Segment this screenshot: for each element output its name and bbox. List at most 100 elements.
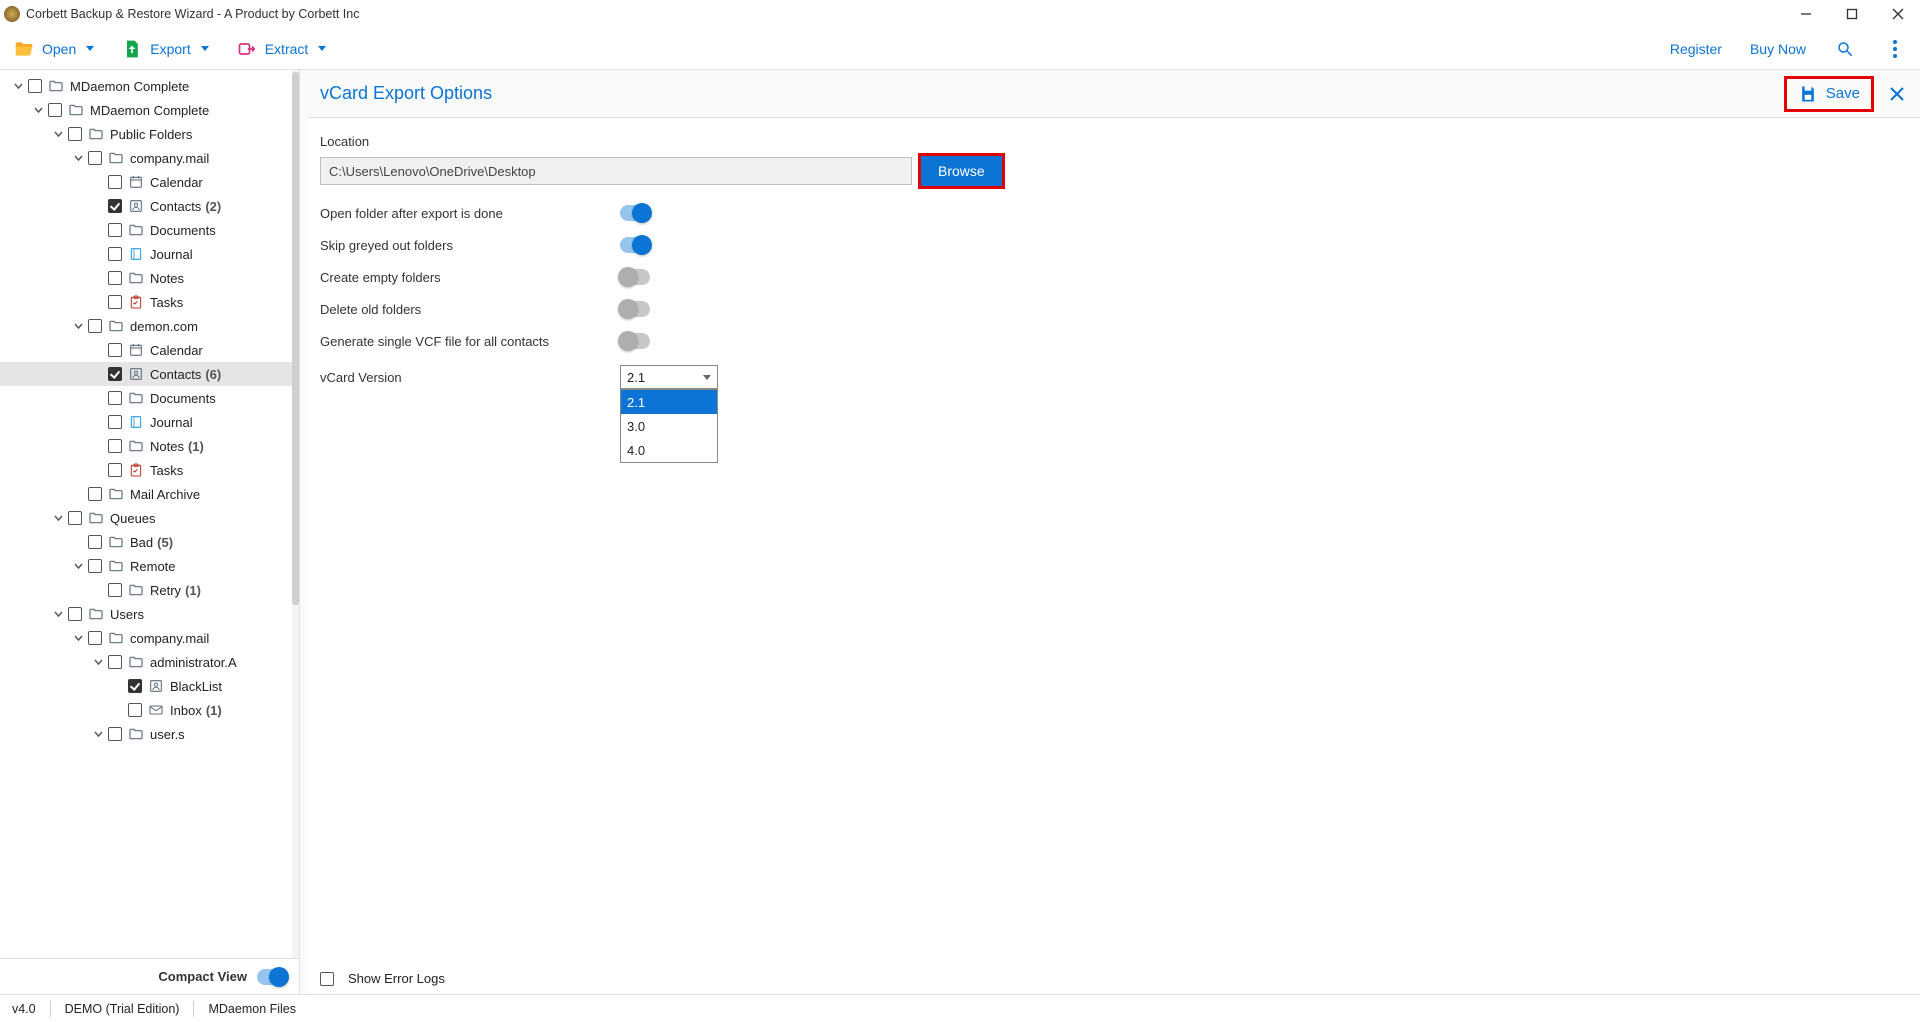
tree-item-label: Calendar <box>150 343 203 358</box>
tree-checkbox[interactable] <box>88 535 102 549</box>
tree-checkbox[interactable] <box>88 559 102 573</box>
tree-checkbox[interactable] <box>88 631 102 645</box>
tree-expander[interactable] <box>92 728 104 740</box>
tree-checkbox[interactable] <box>68 607 82 621</box>
tree-item-label: Documents <box>150 223 216 238</box>
tree-item[interactable]: Contacts (6) <box>0 362 299 386</box>
register-link[interactable]: Register <box>1670 41 1722 57</box>
tree-checkbox[interactable] <box>128 703 142 717</box>
tree-item[interactable]: Remote <box>0 554 299 578</box>
tree-item[interactable]: Tasks <box>0 458 299 482</box>
tree-checkbox[interactable] <box>108 583 122 597</box>
save-button[interactable]: Save <box>1786 78 1872 110</box>
tree-item[interactable]: Public Folders <box>0 122 299 146</box>
tree-item[interactable]: Journal <box>0 410 299 434</box>
tree-item[interactable]: company.mail <box>0 626 299 650</box>
extract-button[interactable]: Extract <box>237 39 327 59</box>
tree-item[interactable]: Documents <box>0 218 299 242</box>
tree-expander[interactable] <box>72 632 84 644</box>
tree-item[interactable]: administrator.A <box>0 650 299 674</box>
tree-item[interactable]: Documents <box>0 386 299 410</box>
export-option-toggle[interactable] <box>620 301 650 317</box>
tree-expander[interactable] <box>52 128 64 140</box>
tree-item[interactable]: Journal <box>0 242 299 266</box>
export-option-toggle[interactable] <box>620 269 650 285</box>
tree-expander[interactable] <box>72 320 84 332</box>
folder-icon <box>68 102 84 118</box>
location-input[interactable] <box>320 157 912 185</box>
tree-item[interactable]: Tasks <box>0 290 299 314</box>
open-label: Open <box>42 41 76 57</box>
tree-item[interactable]: Notes (1) <box>0 434 299 458</box>
tree-checkbox[interactable] <box>68 511 82 525</box>
export-button[interactable]: Export <box>122 39 208 59</box>
tree-expander[interactable] <box>52 608 64 620</box>
vcard-version-option[interactable]: 3.0 <box>621 414 717 438</box>
tree-checkbox[interactable] <box>108 295 122 309</box>
window-close-button[interactable] <box>1884 3 1912 25</box>
browse-button[interactable]: Browse <box>920 155 1003 187</box>
tree-item[interactable]: demon.com <box>0 314 299 338</box>
tree-checkbox[interactable] <box>28 79 42 93</box>
tree-checkbox[interactable] <box>108 439 122 453</box>
tree-checkbox[interactable] <box>108 463 122 477</box>
tree-item[interactable]: Mail Archive <box>0 482 299 506</box>
tree-checkbox[interactable] <box>108 727 122 741</box>
tree-expander[interactable] <box>52 512 64 524</box>
tree-checkbox[interactable] <box>88 151 102 165</box>
tree-item[interactable]: Retry (1) <box>0 578 299 602</box>
tree-checkbox[interactable] <box>108 415 122 429</box>
tree-expander[interactable] <box>12 80 24 92</box>
tree-item[interactable]: company.mail <box>0 146 299 170</box>
tree-item-label: Tasks <box>150 463 183 478</box>
sidebar-scrollbar[interactable] <box>292 70 299 958</box>
tree-item[interactable]: MDaemon Complete <box>0 74 299 98</box>
tree-checkbox[interactable] <box>108 223 122 237</box>
tree-item[interactable]: Queues <box>0 506 299 530</box>
export-option-toggle[interactable] <box>620 205 650 221</box>
vcard-version-select[interactable]: 2.1 <box>620 365 718 389</box>
tree-item[interactable]: Contacts (2) <box>0 194 299 218</box>
tree-checkbox[interactable] <box>108 367 122 381</box>
tree-item[interactable]: Bad (5) <box>0 530 299 554</box>
folder-tree: MDaemon CompleteMDaemon CompletePublic F… <box>0 70 299 958</box>
tree-expander[interactable] <box>32 104 44 116</box>
tree-expander[interactable] <box>72 152 84 164</box>
tree-checkbox[interactable] <box>88 487 102 501</box>
tree-item[interactable]: Inbox (1) <box>0 698 299 722</box>
tree-checkbox[interactable] <box>108 391 122 405</box>
tree-checkbox[interactable] <box>88 319 102 333</box>
vcard-version-option[interactable]: 2.1 <box>621 390 717 414</box>
tree-checkbox[interactable] <box>128 679 142 693</box>
tree-checkbox[interactable] <box>68 127 82 141</box>
tree-expander[interactable] <box>92 656 104 668</box>
tree-item[interactable]: user.s <box>0 722 299 746</box>
window-maximize-button[interactable] <box>1838 3 1866 25</box>
tree-checkbox[interactable] <box>108 343 122 357</box>
buy-now-link[interactable]: Buy Now <box>1750 41 1806 57</box>
tree-checkbox[interactable] <box>108 199 122 213</box>
open-button[interactable]: Open <box>14 39 94 59</box>
tree-checkbox[interactable] <box>108 655 122 669</box>
tree-item[interactable]: MDaemon Complete <box>0 98 299 122</box>
menu-button[interactable] <box>1884 38 1906 60</box>
tree-item[interactable]: Notes <box>0 266 299 290</box>
tree-checkbox[interactable] <box>108 271 122 285</box>
tree-item[interactable]: BlackList <box>0 674 299 698</box>
tree-checkbox[interactable] <box>108 175 122 189</box>
export-option-toggle[interactable] <box>620 333 650 349</box>
export-option-toggle[interactable] <box>620 237 650 253</box>
vcard-version-option[interactable]: 4.0 <box>621 438 717 462</box>
search-button[interactable] <box>1834 38 1856 60</box>
show-error-logs-checkbox[interactable] <box>320 972 334 986</box>
tree-checkbox[interactable] <box>48 103 62 117</box>
export-option-row: Skip greyed out folders <box>320 237 1908 253</box>
tree-item[interactable]: Calendar <box>0 170 299 194</box>
tree-item[interactable]: Calendar <box>0 338 299 362</box>
tree-expander[interactable] <box>72 560 84 572</box>
compact-view-toggle[interactable] <box>257 969 287 985</box>
window-minimize-button[interactable] <box>1792 3 1820 25</box>
tree-item[interactable]: Users <box>0 602 299 626</box>
close-panel-button[interactable] <box>1886 83 1908 105</box>
tree-checkbox[interactable] <box>108 247 122 261</box>
